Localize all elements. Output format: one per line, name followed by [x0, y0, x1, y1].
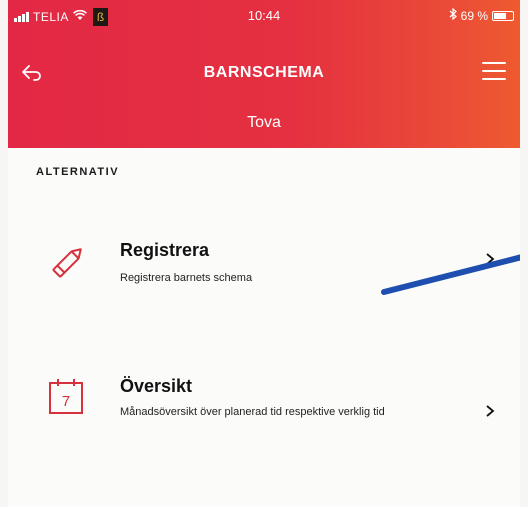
status-time: 10:44	[247, 8, 281, 23]
option-overview-title: Översikt	[120, 376, 193, 396]
menu-button[interactable]	[482, 62, 506, 82]
section-label: ALTERNATIV	[36, 166, 120, 178]
app-screen: TELIA ß 10:44 69 % BARNSCHEMA Tova ALTER…	[8, 0, 520, 507]
child-name: Tova	[247, 114, 281, 131]
navigation-bar: BARNSCHEMA	[8, 58, 520, 88]
header: TELIA ß 10:44 69 % BARNSCHEMA Tova	[8, 0, 520, 148]
option-overview[interactable]: 7 Översikt Månadsöversikt över planerad …	[8, 374, 520, 454]
page-title: BARNSCHEMA	[203, 64, 325, 81]
status-bar: TELIA ß 10:44 69 %	[8, 0, 520, 30]
calendar-day-number: 7	[62, 393, 70, 410]
option-overview-description: Månadsöversikt över planerad tid respekt…	[120, 406, 385, 418]
pencil-icon	[46, 240, 90, 284]
hamburger-menu-icon	[482, 62, 506, 80]
calendar-icon: 7	[46, 376, 90, 420]
battery-percent: 69 %	[460, 8, 488, 23]
option-register-title: Registrera	[120, 240, 210, 260]
battery-area: 69 %	[449, 7, 514, 23]
options-content: ALTERNATIV Registrera Registrera barnets…	[8, 148, 520, 507]
battery-icon	[492, 10, 514, 21]
chevron-right-icon	[484, 404, 496, 418]
bluetooth-icon	[449, 7, 457, 23]
pen-mark-annotation	[381, 254, 520, 295]
